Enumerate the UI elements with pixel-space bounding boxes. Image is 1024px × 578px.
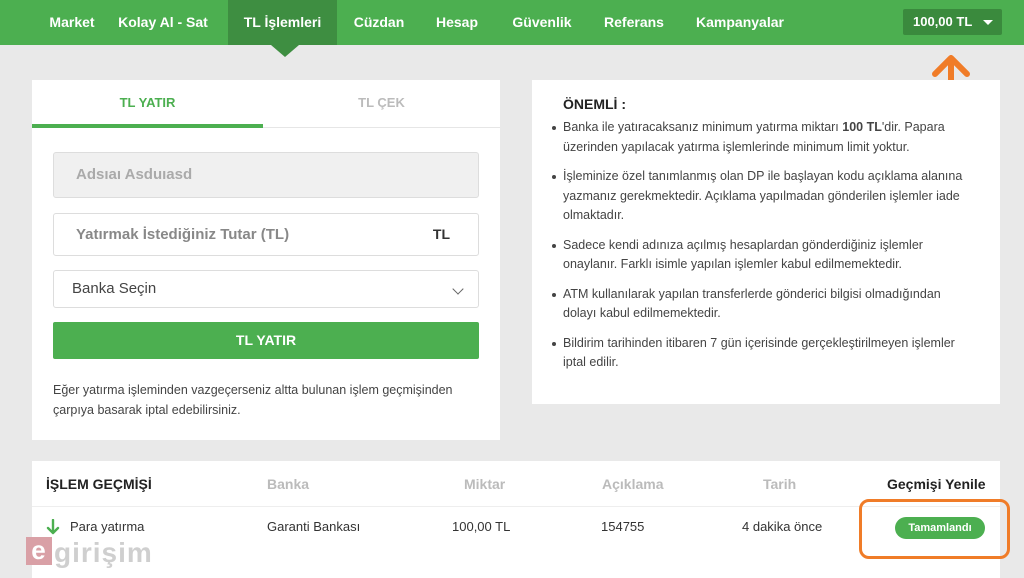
important-item-3: Sadece kendi adınıza açılmış hesaplardan…	[552, 236, 976, 275]
cancel-note: Eğer yatırma işleminden vazgeçerseniz al…	[53, 383, 453, 417]
nav-item-market[interactable]: Market	[34, 0, 110, 45]
min-amount: 100 TL	[842, 120, 882, 134]
col-amount: Miktar	[464, 476, 506, 492]
tab-tl-yatir[interactable]: TL YATIR	[32, 80, 263, 128]
balance-value: 100,00 TL	[913, 14, 973, 29]
table-row: Para yatırma Garanti Bankası 100,00 TL 1…	[32, 507, 1000, 547]
amount-unit: TL	[432, 226, 450, 242]
nav-item-guvenlik[interactable]: Güvenlik	[500, 0, 584, 45]
col-bank: Banka	[267, 476, 310, 492]
nav-item-hesap[interactable]: Hesap	[424, 0, 490, 45]
important-item-1: Banka ile yatıracaksanız minimum yatırma…	[552, 118, 976, 157]
caret-down-icon	[983, 20, 993, 25]
transaction-history: İŞLEM GEÇMİŞİ Banka Miktar Açıklama Tari…	[32, 461, 1000, 578]
chevron-down-icon	[452, 283, 464, 295]
nav-item-cuzdan[interactable]: Cüzdan	[342, 0, 416, 45]
important-title: ÖNEMLİ :	[563, 96, 626, 112]
amount-input[interactable]: Yatırmak İstediğiniz Tutar (TL) TL	[53, 213, 479, 256]
name-value: Adsıaı Asduıasd	[76, 166, 193, 183]
important-item-4: ATM kullanılarak yapılan transferlerde g…	[552, 285, 976, 324]
status-highlight-box	[859, 499, 1010, 559]
col-date: Tarih	[763, 476, 797, 492]
amount-placeholder: Yatırmak İstediğiniz Tutar (TL)	[76, 226, 290, 243]
active-tab-pointer	[271, 45, 299, 57]
important-item-1-text: Banka ile yatıracaksanız minimum yatırma…	[563, 120, 843, 134]
important-card: ÖNEMLİ : Banka ile yatıracaksanız minimu…	[532, 80, 1000, 404]
nav-item-referans[interactable]: Referans	[592, 0, 676, 45]
watermark-text: girişim	[54, 537, 153, 568]
deposit-button[interactable]: TL YATIR	[53, 322, 479, 359]
arrow-down-icon	[46, 519, 60, 535]
row-amount: 100,00 TL	[452, 519, 511, 534]
row-description: 154755	[601, 519, 645, 534]
refresh-history-button[interactable]: Geçmişi Yenile	[887, 476, 986, 492]
bank-select-label: Banka Seçin	[72, 280, 157, 297]
important-item-5: Bildirim tarihinden itibaren 7 gün içeri…	[552, 334, 976, 373]
balance-dropdown[interactable]: 100,00 TL	[903, 9, 1002, 35]
nav-item-kolay-al-sat[interactable]: Kolay Al - Sat	[110, 0, 216, 45]
history-title: İŞLEM GEÇMİŞİ	[46, 476, 152, 492]
row-bank: Garanti Bankası	[267, 519, 361, 534]
row-type: Para yatırma	[70, 519, 145, 534]
name-field: Adsıaı Asduıasd	[53, 152, 479, 198]
watermark-logo: e girişim	[26, 537, 153, 568]
top-nav: Market Kolay Al - Sat TL İşlemleri Cüzda…	[0, 0, 1024, 45]
important-item-2: İşleminize özel tanımlanmış olan DP ile …	[552, 167, 976, 226]
important-list: Banka ile yatıracaksanız minimum yatırma…	[552, 118, 976, 373]
history-header: İŞLEM GEÇMİŞİ Banka Miktar Açıklama Tari…	[32, 461, 1000, 507]
tab-tl-cek[interactable]: TL ÇEK	[263, 80, 500, 128]
nav-item-tl-islemleri[interactable]: TL İşlemleri	[228, 0, 337, 45]
deposit-card: TL YATIR TL ÇEK Adsıaı Asduıasd Yatırmak…	[32, 80, 500, 440]
nav-item-kampanyalar[interactable]: Kampanyalar	[686, 0, 794, 45]
bank-select[interactable]: Banka Seçin	[53, 270, 479, 308]
watermark-e: e	[26, 537, 52, 565]
row-date: 4 dakika önce	[742, 519, 823, 534]
col-description: Açıklama	[602, 476, 664, 492]
